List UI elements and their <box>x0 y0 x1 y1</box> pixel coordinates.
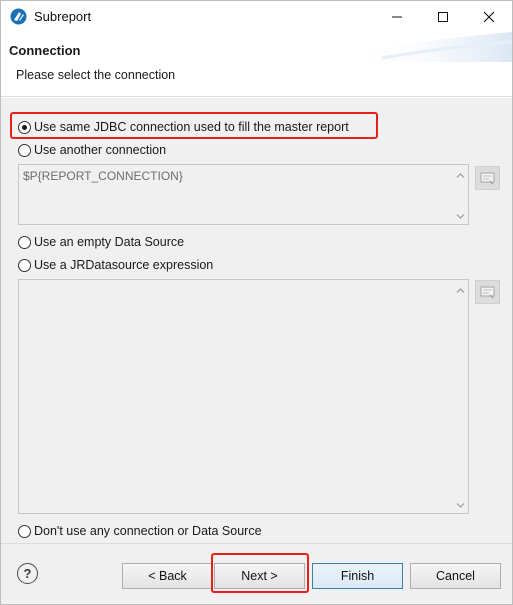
radio-another-connection[interactable]: Use another connection <box>18 141 166 159</box>
wizard-header: Connection Please select the connection <box>1 32 512 97</box>
radio-button[interactable] <box>18 143 31 157</box>
back-button[interactable]: < Back <box>122 563 213 589</box>
next-button[interactable]: Next > <box>214 563 305 589</box>
datasource-expression-field[interactable] <box>18 279 469 514</box>
radio-jrdatasource[interactable]: Use a JRDatasource expression <box>18 256 213 274</box>
scroll-up-icon[interactable] <box>456 172 465 179</box>
radio-no-connection-label: Don't use any connection or Data Source <box>34 524 262 538</box>
scroll-down-icon[interactable] <box>456 502 465 509</box>
expression-editor-button[interactable] <box>475 166 500 190</box>
minimize-button[interactable] <box>374 1 420 32</box>
minimize-icon <box>392 16 402 17</box>
radio-empty-data-source[interactable]: Use an empty Data Source <box>18 233 184 251</box>
close-button[interactable] <box>466 1 512 32</box>
connection-expression-value: $P{REPORT_CONNECTION} <box>23 169 183 183</box>
subreport-dialog: Subreport Connection Please select the c… <box>0 0 513 605</box>
page-title: Connection <box>9 43 81 58</box>
jaspersoft-app-icon <box>10 8 27 25</box>
title-bar: Subreport <box>1 1 512 32</box>
scroll-down-icon[interactable] <box>456 213 465 220</box>
maximize-icon <box>438 11 448 22</box>
radio-button[interactable] <box>18 235 31 249</box>
datasource-expression-editor-button[interactable] <box>475 280 500 304</box>
radio-button[interactable] <box>18 258 31 272</box>
radio-same-jdbc[interactable]: Use same JDBC connection used to fill th… <box>18 118 349 136</box>
radio-button-selected[interactable] <box>18 120 31 134</box>
expression-editor-icon <box>480 172 495 185</box>
radio-jrdatasource-label: Use a JRDatasource expression <box>34 258 214 272</box>
finish-button[interactable]: Finish <box>312 563 403 589</box>
radio-no-connection[interactable]: Don't use any connection or Data Source <box>18 522 262 540</box>
radio-empty-data-source-label: Use an empty Data Source <box>34 235 185 249</box>
help-button[interactable]: ? <box>17 563 38 584</box>
radio-button[interactable] <box>18 524 31 538</box>
radio-another-connection-label: Use another connection <box>34 143 167 157</box>
close-icon <box>483 11 495 22</box>
banner-decoration <box>352 32 512 62</box>
window-title: Subreport <box>34 9 92 24</box>
maximize-button[interactable] <box>420 1 466 32</box>
scroll-up-icon[interactable] <box>456 287 465 294</box>
connection-expression-field[interactable]: $P{REPORT_CONNECTION} <box>18 164 469 225</box>
expression-editor-icon <box>480 286 495 299</box>
cancel-button[interactable]: Cancel <box>410 563 501 589</box>
page-subtitle: Please select the connection <box>16 68 176 82</box>
wizard-footer: ? < Back Next > Finish Cancel <box>1 543 512 604</box>
radio-same-jdbc-label: Use same JDBC connection used to fill th… <box>34 120 349 134</box>
connection-options-panel: Use same JDBC connection used to fill th… <box>1 98 512 543</box>
